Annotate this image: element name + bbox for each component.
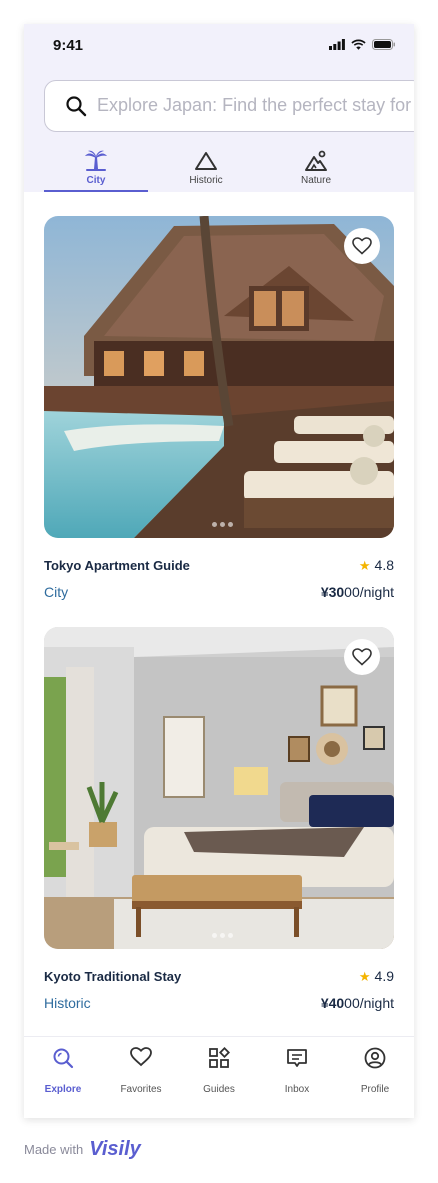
made-with-footer: Made with Visily xyxy=(24,1138,141,1161)
listing-card[interactable]: Kyoto Traditional Stay ★ 4.9 Historic ¥40… xyxy=(44,627,394,1027)
search-icon xyxy=(66,96,87,117)
palm-tree-icon xyxy=(85,150,107,171)
tab-guides[interactable]: Guides xyxy=(180,1037,258,1118)
active-tab-underline xyxy=(44,190,148,192)
category-tab-nature[interactable]: Nature xyxy=(264,146,368,192)
tab-label: Guides xyxy=(203,1084,235,1095)
header: 9:41 Explore Japan: Find the perfect sta… xyxy=(24,24,414,192)
category-label: Historic xyxy=(189,175,223,186)
carousel-dots xyxy=(212,933,233,938)
category-label: City xyxy=(86,175,106,186)
tab-label: Explore xyxy=(44,1084,82,1095)
listing-category: City xyxy=(44,584,69,600)
brand-logo[interactable]: Visily xyxy=(89,1138,141,1161)
listing-card[interactable]: Tokyo Apartment Guide ★ 4.8 City ¥3000/ni… xyxy=(44,216,394,616)
listing-photo[interactable] xyxy=(44,216,394,538)
tab-label: Favorites xyxy=(120,1084,162,1095)
listing-category: Historic xyxy=(44,995,91,1011)
star-icon: ★ xyxy=(358,969,371,984)
resort-pool-image xyxy=(44,216,394,538)
status-bar: 9:41 xyxy=(24,24,414,68)
heart-icon xyxy=(352,648,372,666)
tab-favorites[interactable]: Favorites xyxy=(102,1037,180,1118)
listing-price: ¥3000/night xyxy=(320,584,394,600)
made-with-text: Made with xyxy=(24,1142,84,1157)
message-icon xyxy=(287,1049,307,1067)
category-tab-historic[interactable]: Historic xyxy=(154,146,258,192)
battery-icon xyxy=(372,39,395,50)
favorite-button[interactable] xyxy=(344,639,380,675)
profile-icon xyxy=(364,1047,386,1069)
bottom-tab-bar: Explore Favorites Guides Inbox Profile xyxy=(24,1036,414,1118)
tab-inbox[interactable]: Inbox xyxy=(258,1037,336,1118)
tab-profile[interactable]: Profile xyxy=(336,1037,414,1118)
star-icon: ★ xyxy=(358,558,371,573)
search-input[interactable]: Explore Japan: Find the perfect stay for… xyxy=(97,95,414,116)
listing-rating: ★ 4.9 xyxy=(358,968,394,984)
category-label: Nature xyxy=(300,175,331,186)
explore-search-icon xyxy=(53,1048,74,1069)
favorite-button[interactable] xyxy=(344,228,380,264)
listing-rating: ★ 4.8 xyxy=(358,557,394,573)
status-icons xyxy=(329,39,396,50)
pyramid-icon xyxy=(195,152,217,170)
grid-icon xyxy=(209,1047,230,1068)
category-tabs: City Historic Nature xyxy=(44,146,414,192)
app-screen: 9:41 Explore Japan: Find the perfect sta… xyxy=(24,24,414,1118)
mountain-icon xyxy=(305,150,327,171)
tab-label: Profile xyxy=(360,1084,390,1095)
search-bar[interactable]: Explore Japan: Find the perfect stay for… xyxy=(44,80,414,132)
listing-title: Kyoto Traditional Stay xyxy=(44,969,182,984)
tab-explore[interactable]: Explore xyxy=(24,1037,102,1118)
carousel-dots xyxy=(212,522,233,527)
listing-price: ¥4000/night xyxy=(320,995,394,1011)
signal-icon xyxy=(329,39,345,50)
category-tab-city[interactable]: City xyxy=(44,146,148,192)
heart-icon xyxy=(352,237,372,255)
bedroom-image xyxy=(44,627,394,949)
tab-label: Inbox xyxy=(284,1084,310,1095)
listing-title: Tokyo Apartment Guide xyxy=(44,558,190,573)
heart-icon xyxy=(130,1047,152,1067)
listing-photo[interactable] xyxy=(44,627,394,949)
status-time: 9:41 xyxy=(53,37,84,54)
wifi-icon xyxy=(351,39,366,50)
